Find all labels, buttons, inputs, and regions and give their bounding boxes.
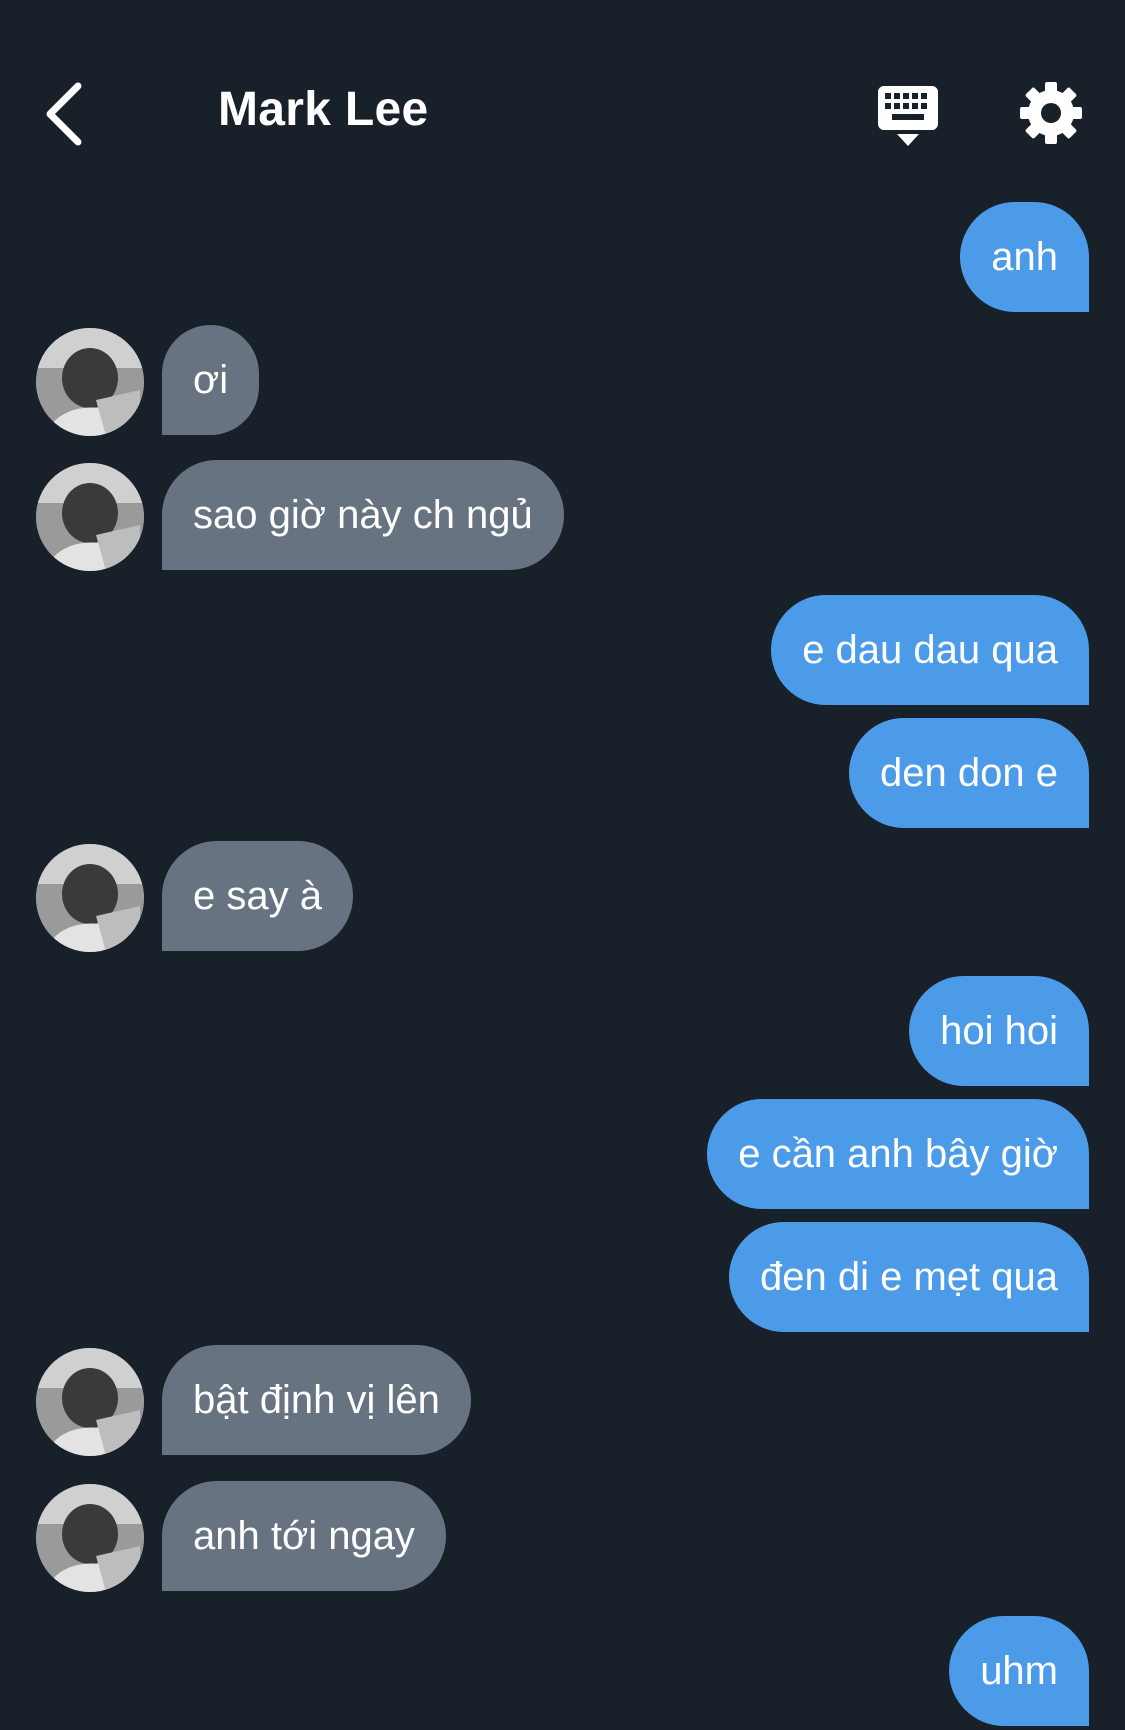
chevron-left-icon [46,82,82,146]
avatar-photo [36,1348,144,1456]
sent-message: đen di e mẹt qua [0,1222,1125,1332]
avatar-photo [36,328,144,436]
avatar[interactable] [36,1484,144,1592]
back-button[interactable] [40,78,96,150]
message-bubble[interactable]: den don e [849,718,1089,828]
settings-button[interactable] [1018,80,1084,146]
contact-name[interactable]: Mark Lee [218,82,429,137]
sent-message: den don e [0,718,1125,828]
keyboard-icon [878,86,938,146]
avatar[interactable] [36,1348,144,1456]
avatar-photo [36,463,144,571]
received-message: anh tới ngay [0,1481,1125,1592]
sent-message: anh [0,202,1125,312]
message-bubble[interactable]: anh tới ngay [162,1481,446,1591]
sent-message: uhm [0,1616,1125,1726]
message-bubble[interactable]: sao giờ này ch ngủ [162,460,564,570]
sent-message: hoi hoi [0,976,1125,1086]
gear-icon [1020,82,1082,144]
avatar[interactable] [36,328,144,436]
message-bubble[interactable]: đen di e mẹt qua [729,1222,1089,1332]
avatar[interactable] [36,844,144,952]
message-bubble[interactable]: e say à [162,841,353,951]
message-bubble[interactable]: hoi hoi [909,976,1089,1086]
keyboard-button[interactable] [872,80,944,152]
avatar-photo [36,844,144,952]
message-bubble[interactable]: e dau dau qua [771,595,1089,705]
sent-message: e dau dau qua [0,595,1125,705]
chat-screen: Mark Lee anh ơi sao giờ này ch ngủ e dau… [0,0,1125,1730]
sent-message: e cần anh bây giờ [0,1099,1125,1209]
received-message: sao giờ này ch ngủ [0,460,1125,571]
avatar-photo [36,1484,144,1592]
message-bubble[interactable]: uhm [949,1616,1089,1726]
received-message: e say à [0,841,1125,952]
received-message: bật định vị lên [0,1345,1125,1456]
received-message: ơi [0,325,1125,436]
chat-header: Mark Lee [0,0,1125,190]
avatar[interactable] [36,463,144,571]
message-bubble[interactable]: ơi [162,325,260,435]
message-bubble[interactable]: anh [960,202,1089,312]
message-bubble[interactable]: e cần anh bây giờ [707,1099,1089,1209]
message-bubble[interactable]: bật định vị lên [162,1345,471,1455]
